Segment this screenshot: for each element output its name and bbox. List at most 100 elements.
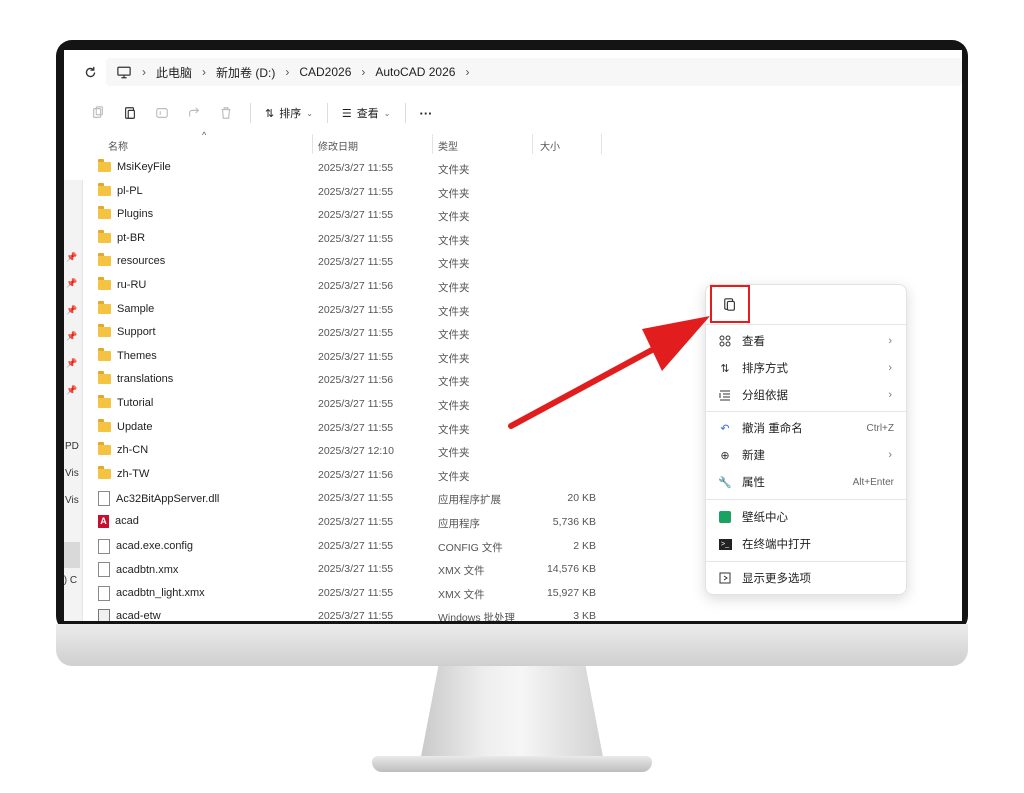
row-name-cell[interactable]: MsiKeyFile — [98, 159, 171, 173]
row-type: 文件夹 — [438, 305, 470, 318]
row-type: 文件夹 — [438, 447, 470, 460]
nav-item[interactable]: :) C — [64, 575, 77, 586]
row-name-cell[interactable]: ru-RU — [98, 276, 146, 291]
row-date: 2025/3/27 11:55 — [318, 350, 394, 363]
row-name-cell[interactable]: Themes — [98, 347, 157, 362]
row-name: Themes — [117, 349, 157, 362]
nav-item[interactable]: Vis — [65, 468, 79, 479]
nav-item[interactable]: PD — [65, 441, 79, 452]
nav-item-selected[interactable] — [64, 542, 80, 568]
chevron-down-icon: ⌄ — [306, 108, 313, 118]
breadcrumb-autocad-2026[interactable]: AutoCAD 2026 — [375, 65, 455, 79]
row-name-cell[interactable]: acadbtn_light.xmx — [98, 585, 205, 601]
row-name-cell[interactable]: acad.exe.config — [98, 538, 193, 554]
column-size[interactable]: 大小 — [540, 138, 560, 153]
menu-item-wallpaper-center[interactable]: 壁纸中心 — [706, 504, 906, 530]
breadcrumb-drive-d[interactable]: 新加卷 (D:) — [216, 64, 275, 81]
new-icon: ⊕ — [720, 449, 730, 462]
row-name-cell[interactable]: zh-CN — [98, 442, 148, 456]
menu-item-open-terminal[interactable]: >_ 在终端中打开 — [706, 531, 906, 557]
column-type[interactable]: 类型 — [438, 138, 458, 153]
group-icon — [718, 388, 732, 402]
table-row[interactable]: acad-etw 2025/3/27 11:55 Windows 批处理 3 KB — [82, 604, 642, 621]
refresh-icon[interactable] — [82, 64, 98, 80]
column-divider[interactable] — [432, 134, 433, 154]
pin-icon: 📌 — [66, 252, 78, 262]
delete-icon[interactable] — [216, 103, 236, 123]
row-name-cell[interactable]: Update — [98, 418, 152, 433]
folder-icon — [98, 324, 111, 338]
row-name-cell[interactable]: Sample — [98, 300, 154, 315]
row-name: zh-TW — [117, 467, 150, 480]
menu-item-properties[interactable]: 🔧 属性 Alt+Enter — [706, 469, 906, 495]
breadcrumb-cad2026[interactable]: CAD2026 — [299, 65, 351, 79]
table-row[interactable]: MsiKeyFile 2025/3/27 11:55 文件夹 — [82, 156, 642, 180]
menu-item-view[interactable]: 查看 › — [706, 328, 906, 354]
sort-button[interactable]: ⇅ 排序 ⌄ — [265, 105, 313, 121]
row-name-cell[interactable]: pt-BR — [98, 229, 145, 244]
folder-icon — [98, 159, 111, 172]
row-type: 文件夹 — [438, 352, 470, 365]
cut-icon[interactable] — [88, 103, 108, 123]
table-row[interactable]: resources 2025/3/27 11:55 文件夹 — [82, 250, 642, 274]
table-row[interactable]: Support 2025/3/27 11:55 文件夹 — [82, 321, 642, 345]
breadcrumb[interactable]: › 此电脑 › 新加卷 (D:) › CAD2026 › AutoCAD 202… — [106, 58, 962, 86]
table-row[interactable]: Ac32BitAppServer.dll 2025/3/27 11:55 应用程序扩… — [82, 486, 642, 510]
row-name-cell[interactable]: Tutorial — [98, 394, 153, 409]
row-name-cell[interactable]: resources — [98, 253, 165, 267]
row-name-cell[interactable]: acad-etw — [98, 609, 161, 621]
table-row[interactable]: translations 2025/3/27 11:56 文件夹 — [82, 368, 642, 392]
column-divider[interactable] — [312, 134, 313, 154]
row-size: 2 KB — [573, 539, 596, 552]
row-name-cell[interactable]: Aacad — [98, 514, 139, 528]
table-row[interactable]: ru-RU 2025/3/27 11:56 文件夹 — [82, 274, 642, 298]
table-row[interactable]: Aacad 2025/3/27 11:55 应用程序 5,736 KB — [82, 510, 642, 534]
table-row[interactable]: acad.exe.config 2025/3/27 11:55 CONFIG 文件 2… — [82, 534, 642, 558]
menu-item-sort-by[interactable]: ⇅ 排序方式 › — [706, 355, 906, 381]
menu-item-group-by[interactable]: 分组依据 › — [706, 382, 906, 408]
table-row[interactable]: Themes 2025/3/27 11:55 文件夹 — [82, 345, 642, 369]
table-row[interactable]: Tutorial 2025/3/27 11:55 文件夹 — [82, 392, 642, 416]
row-type: 文件夹 — [438, 470, 470, 483]
table-row[interactable]: Update 2025/3/27 11:55 文件夹 — [82, 416, 642, 440]
column-date[interactable]: 修改日期 — [318, 138, 358, 153]
table-row[interactable]: zh-TW 2025/3/27 11:56 文件夹 — [82, 463, 642, 487]
table-row[interactable]: acadbtn.xmx 2025/3/27 11:55 XMX 文件 14,576 K… — [82, 557, 642, 581]
table-row[interactable]: pt-BR 2025/3/27 11:55 文件夹 — [82, 227, 642, 251]
pin-icon: 📌 — [66, 278, 78, 288]
view-label: 查看 — [356, 108, 379, 120]
table-row[interactable]: acadbtn_light.xmx 2025/3/27 11:55 XMX 文件 15… — [82, 581, 642, 605]
table-row[interactable]: pl-PL 2025/3/27 11:55 文件夹 — [82, 180, 642, 204]
copy-button[interactable] — [710, 285, 750, 323]
rename-icon[interactable] — [152, 103, 172, 123]
menu-item-show-more-options[interactable]: 显示更多选项 — [706, 565, 906, 591]
menu-item-undo-rename[interactable]: ↶ 撤消 重命名 Ctrl+Z — [706, 415, 906, 441]
row-name-cell[interactable]: zh-TW — [98, 465, 150, 480]
chevron-right-icon: › — [888, 389, 892, 401]
breadcrumb-this-pc[interactable]: 此电脑 — [156, 64, 192, 81]
column-divider[interactable] — [532, 134, 533, 154]
toolbar-divider — [404, 103, 406, 123]
menu-item-label: 排序方式 — [742, 363, 788, 375]
arrow-head — [642, 316, 710, 371]
table-row[interactable]: Sample 2025/3/27 11:55 文件夹 — [82, 298, 642, 322]
table-row[interactable]: zh-CN 2025/3/27 12:10 文件夹 — [82, 439, 642, 463]
row-name-cell[interactable]: Plugins — [98, 206, 153, 220]
row-name-cell[interactable]: Ac32BitAppServer.dll — [98, 491, 219, 507]
row-name-cell[interactable]: translations — [98, 371, 173, 385]
column-name[interactable]: 名称 — [108, 138, 128, 153]
table-row[interactable]: Plugins 2025/3/27 11:55 文件夹 — [82, 203, 642, 227]
view-button[interactable]: ☰ 查看 ⌄ — [342, 105, 391, 121]
row-name-cell[interactable]: pl-PL — [98, 182, 143, 197]
chevron-right-icon: › — [202, 65, 207, 79]
folder-icon — [98, 206, 111, 220]
row-name-cell[interactable]: acadbtn.xmx — [98, 562, 178, 578]
menu-item-new[interactable]: ⊕ 新建 › — [706, 442, 906, 468]
column-divider[interactable] — [601, 134, 602, 154]
copy-icon[interactable] — [120, 103, 140, 123]
share-icon[interactable] — [184, 103, 204, 123]
nav-item[interactable]: Vis — [65, 495, 79, 506]
more-button[interactable]: ··· — [420, 106, 433, 121]
sort-up-icon: ^ — [202, 130, 207, 140]
row-name-cell[interactable]: Support — [98, 324, 156, 338]
